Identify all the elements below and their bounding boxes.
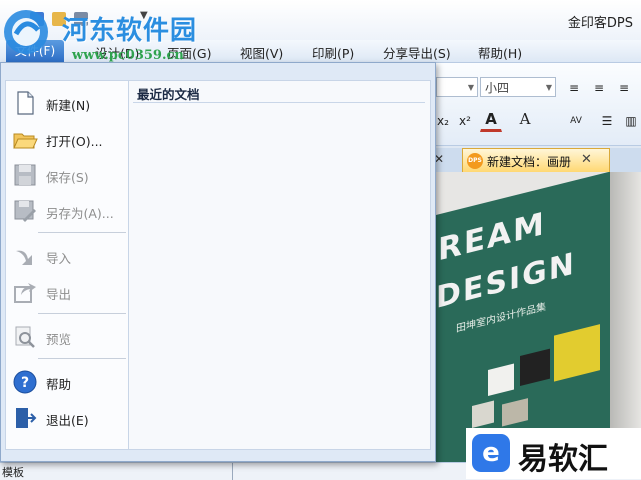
- menu-item-import[interactable]: 导入: [8, 240, 126, 270]
- menu-item-label: 退出(E): [46, 413, 89, 428]
- exit-door-icon: [16, 408, 37, 428]
- watermark-url: www.pc0359.cn: [72, 48, 184, 63]
- watermark-logo: [4, 10, 48, 54]
- book-artwork-frame: [554, 324, 600, 382]
- align-center-icon[interactable]: ≡: [588, 77, 610, 99]
- font-name-combo[interactable]: ▼: [436, 77, 478, 97]
- menu-item-label: 打开(O)...: [46, 134, 103, 149]
- tab-label: 新建文档：画册: [487, 155, 572, 169]
- menu-item-help[interactable]: ? 帮助: [8, 366, 126, 396]
- menu-separator: [38, 313, 126, 314]
- menu-print[interactable]: 印刷(P): [312, 43, 354, 62]
- file-menu-panel: 新建(N) 打开(O)... 保存(S) 另存为(A)... 导入 导出 预览 …: [0, 62, 436, 462]
- svg-text:?: ?: [21, 375, 29, 391]
- menu-item-label: 导出: [46, 287, 72, 302]
- divider: [133, 102, 425, 103]
- font-size-combo[interactable]: 小四 ▼: [480, 77, 556, 97]
- menu-item-label: 导入: [46, 251, 72, 266]
- preview-magnifier-icon: [15, 326, 35, 348]
- menu-item-export[interactable]: 导出: [8, 276, 126, 306]
- align-left-icon[interactable]: ≡: [563, 77, 585, 99]
- menu-view[interactable]: 视图(V): [240, 43, 283, 62]
- menu-item-label: 保存(S): [46, 170, 89, 185]
- import-arrow-icon: [16, 250, 32, 265]
- divider: [232, 463, 233, 480]
- menu-separator: [38, 358, 126, 359]
- recent-documents-panel: 最近的文档: [129, 80, 431, 450]
- book-artwork-frame: [472, 400, 494, 429]
- app-title: 金印客DPS: [567, 16, 633, 31]
- brand-name: 易软汇: [518, 442, 608, 477]
- file-menu-commands: 新建(N) 打开(O)... 保存(S) 另存为(A)... 导入 导出 预览 …: [5, 80, 129, 450]
- superscript-icon[interactable]: x²: [454, 110, 476, 132]
- align-right-icon[interactable]: ≡: [613, 77, 635, 99]
- menu-item-new[interactable]: 新建(N): [8, 87, 126, 117]
- save-disk-icon: [14, 164, 36, 186]
- columns-icon[interactable]: ▥: [620, 110, 641, 132]
- menu-item-label: 另存为(A)...: [46, 206, 114, 221]
- menu-item-label: 预览: [46, 332, 72, 347]
- watermark-site-name: 河东软件园: [62, 16, 198, 46]
- font-color-icon[interactable]: A: [480, 108, 502, 132]
- recent-documents-title: 最近的文档: [137, 87, 200, 102]
- dps-badge-icon: DPS: [467, 153, 483, 169]
- menu-item-save[interactable]: 保存(S): [8, 159, 126, 189]
- export-arrow-icon: [14, 283, 36, 303]
- tab-new-document[interactable]: DPS 新建文档：画册 ✕: [462, 148, 610, 172]
- text-effect-icon[interactable]: A: [514, 108, 536, 130]
- menu-share-export[interactable]: 分享导出(S): [383, 43, 451, 62]
- menu-separator: [38, 232, 126, 233]
- new-document-icon: [17, 91, 34, 115]
- menu-item-label: 新建(N): [46, 98, 91, 113]
- chevron-down-icon: ▼: [467, 83, 474, 92]
- menu-item-open[interactable]: 打开(O)...: [8, 123, 126, 153]
- char-spacing-icon[interactable]: AV: [565, 110, 587, 132]
- menu-item-exit[interactable]: 退出(E): [8, 402, 126, 432]
- open-folder-icon: [13, 133, 38, 149]
- menu-help[interactable]: 帮助(H): [478, 43, 522, 62]
- font-size-value: 小四: [485, 81, 510, 95]
- close-icon[interactable]: ✕: [581, 152, 592, 167]
- menu-item-label: 帮助: [46, 377, 72, 392]
- brand-logo-icon: e: [472, 434, 510, 472]
- save-as-icon: [14, 200, 36, 222]
- chevron-down-icon: ▼: [545, 83, 552, 92]
- book-artwork-frame: [502, 398, 528, 427]
- book-artwork-frame: [488, 363, 514, 397]
- book-artwork-frame: [520, 348, 550, 387]
- menu-item-save-as[interactable]: 另存为(A)...: [8, 195, 126, 225]
- corner-brand-watermark: e 易软汇: [466, 428, 641, 479]
- template-panel-label[interactable]: 模板: [2, 464, 24, 480]
- menu-item-preview[interactable]: 预览: [8, 321, 126, 351]
- help-question-icon: ?: [13, 370, 37, 394]
- line-spacing-icon[interactable]: ☰: [596, 110, 618, 132]
